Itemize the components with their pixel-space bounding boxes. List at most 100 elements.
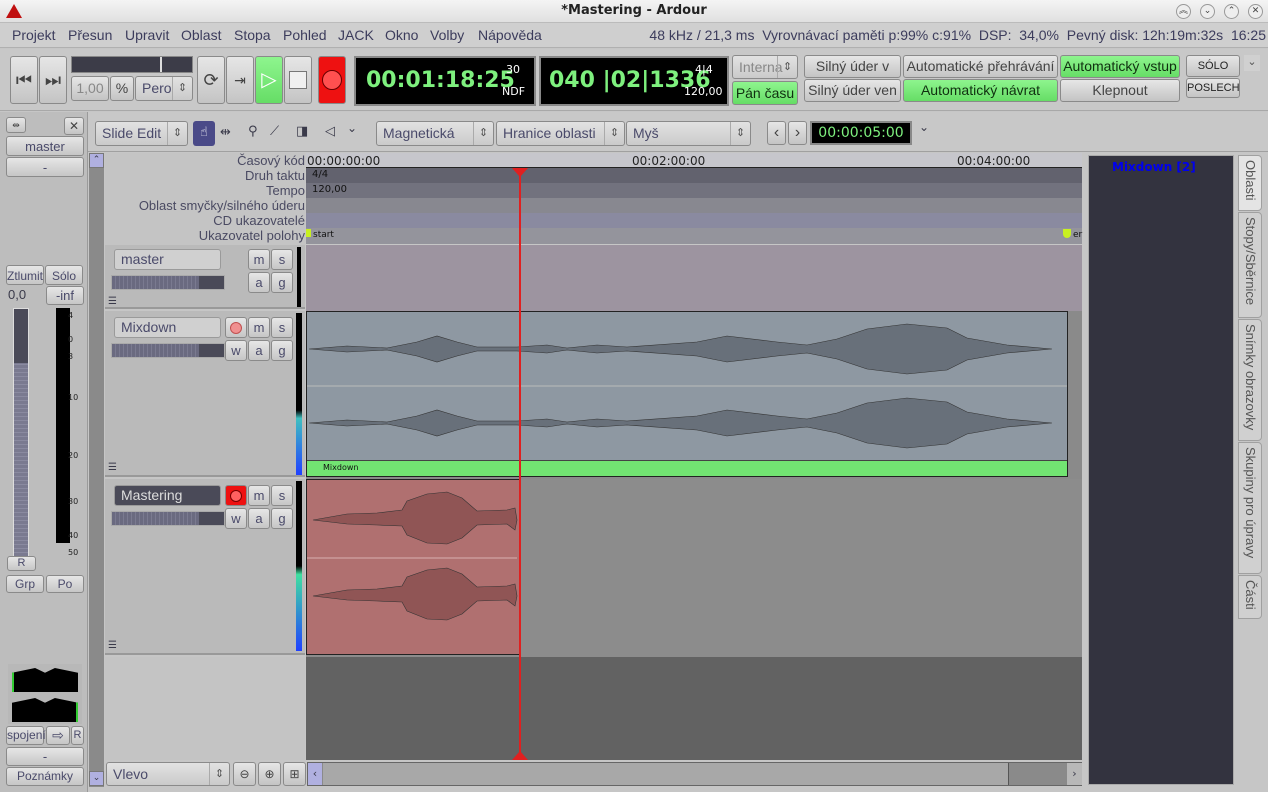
shade-icon[interactable]: ︽: [1176, 4, 1191, 19]
resize-handle-icon[interactable]: ☰: [108, 640, 117, 651]
primary-clock[interactable]: 00:01:18:25 30 NDF: [354, 56, 536, 106]
playhead-bottom-marker-icon[interactable]: [512, 751, 528, 760]
mute-button[interactable]: Ztlumit: [6, 265, 44, 285]
stop-button[interactable]: [284, 56, 312, 104]
loop-button[interactable]: ⟳: [197, 56, 225, 104]
tab-regions[interactable]: Oblasti: [1238, 155, 1262, 211]
solo-button[interactable]: Sólo: [45, 265, 83, 285]
track-automation-button[interactable]: a: [248, 340, 270, 361]
zoom-to-session-button[interactable]: ⊞: [283, 762, 306, 786]
auto-return-button[interactable]: Automatický návrat: [903, 79, 1058, 102]
track-solo-button[interactable]: s: [271, 485, 293, 506]
tempo-ruler[interactable]: 120,00: [306, 183, 1082, 198]
track-group-button[interactable]: g: [271, 340, 293, 361]
zoom-out-button[interactable]: ⊖: [233, 762, 256, 786]
menu-presun[interactable]: Přesun: [68, 27, 112, 43]
group-button[interactable]: Grp: [6, 575, 44, 593]
punch-in-button[interactable]: Silný úder v: [804, 55, 901, 78]
end-marker-icon[interactable]: [1063, 229, 1071, 238]
range-tool-icon[interactable]: ⇹: [220, 125, 231, 140]
scroll-right-icon[interactable]: ›: [1067, 763, 1082, 785]
track-playlist-button[interactable]: w: [225, 340, 247, 361]
empty-track-area[interactable]: [306, 657, 1082, 760]
zoom-focus-select[interactable]: Vlevo ⇕: [106, 762, 230, 786]
arrow-right-icon[interactable]: ⇨: [46, 726, 70, 745]
mastering-track-lane[interactable]: [306, 479, 1082, 657]
play-button[interactable]: ▷: [255, 56, 283, 104]
ruler-label-meter[interactable]: Druh taktu: [245, 168, 305, 183]
gain-fader[interactable]: [13, 308, 29, 558]
auto-play-button[interactable]: Automatické přehrávání: [903, 55, 1058, 78]
menu-projekt[interactable]: Projekt: [12, 27, 56, 43]
track-solo-button[interactable]: s: [271, 249, 293, 270]
ruler-label-cd-markers[interactable]: CD ukazovatelé: [213, 213, 305, 228]
nudge-clock[interactable]: 00:00:05:00: [810, 121, 912, 145]
audition-tool-icon[interactable]: ◁: [325, 124, 335, 139]
scroll-left-icon[interactable]: ‹: [308, 763, 322, 785]
ruler-label-location-markers[interactable]: Ukazovatel polohy: [199, 228, 305, 243]
secondary-clock[interactable]: 040 |02|1336 4|4 120,00: [539, 56, 729, 106]
track-automation-button[interactable]: a: [248, 272, 270, 293]
tempo-marker[interactable]: 120,00: [312, 184, 347, 195]
timecode-ruler[interactable]: 00:00:00:00 00:02:00:00 00:04:00:00: [306, 153, 1082, 168]
chevron-down-icon[interactable]: ⌄: [919, 120, 929, 134]
menu-volby[interactable]: Volby: [430, 27, 464, 43]
menu-okno[interactable]: Okno: [385, 27, 418, 43]
track-group-button[interactable]: g: [271, 272, 293, 293]
meter-marker[interactable]: 4/4: [312, 169, 328, 180]
snap-mode-select[interactable]: Magnetická ⇕: [376, 121, 494, 146]
comments-button[interactable]: Poznámky: [6, 767, 84, 786]
track-gain-fader[interactable]: [111, 343, 225, 358]
snap-type-select[interactable]: Hranice oblasti ⇕: [496, 121, 625, 146]
tab-ranges[interactable]: Části: [1238, 575, 1262, 619]
tab-edit-groups[interactable]: Skupiny pro úpravy: [1238, 442, 1262, 574]
draw-tool-icon[interactable]: ⟋: [270, 124, 279, 139]
mixdown-region[interactable]: Mixdown: [306, 311, 1068, 477]
track-mute-button[interactable]: m: [248, 317, 270, 338]
location-marker-ruler[interactable]: start er: [306, 228, 1082, 244]
play-range-button[interactable]: ⇥: [226, 56, 254, 104]
menu-stopa[interactable]: Stopa: [234, 27, 271, 43]
record-button[interactable]: [318, 56, 346, 104]
chevron-down-icon[interactable]: ⌄: [1244, 55, 1260, 71]
cd-marker-ruler[interactable]: [306, 213, 1082, 228]
track-solo-button[interactable]: s: [271, 317, 293, 338]
shuttle-unit-button[interactable]: %: [110, 76, 134, 101]
close-icon[interactable]: ✕: [1248, 4, 1263, 19]
input-button[interactable]: -: [6, 157, 84, 177]
track-automation-button[interactable]: a: [248, 508, 270, 529]
region-name-bar[interactable]: Mixdown: [307, 460, 1067, 476]
track-name-field[interactable]: Mastering: [114, 485, 221, 506]
goto-start-button[interactable]: ⏮: [10, 56, 38, 104]
sync-source-select[interactable]: Interna ⇕: [732, 55, 798, 79]
edit-point-select[interactable]: Myš ⇕: [626, 121, 751, 146]
menu-oblast[interactable]: Oblast: [181, 27, 221, 43]
panner[interactable]: [8, 664, 82, 724]
nudge-forward-button[interactable]: ›: [788, 121, 807, 145]
playhead-top-marker-icon[interactable]: [512, 168, 528, 177]
strip-name-button[interactable]: master: [6, 136, 84, 156]
shuttle-speed[interactable]: 1,00: [71, 76, 109, 101]
track-group-button[interactable]: g: [271, 508, 293, 529]
auto-input-button[interactable]: Automatický vstup: [1060, 55, 1180, 78]
grab-tool-icon[interactable]: ☝: [193, 121, 215, 146]
scroll-up-icon[interactable]: ⌃: [89, 153, 104, 168]
track-record-button[interactable]: [225, 485, 247, 506]
ruler-label-timecode[interactable]: Časový kód: [237, 153, 305, 168]
shuttle-mode-select[interactable]: Pero ⇕: [135, 76, 193, 101]
resize-handle-icon[interactable]: ☰: [108, 462, 117, 473]
mastering-region[interactable]: [306, 479, 520, 655]
peak-display[interactable]: -inf: [46, 286, 84, 305]
resize-handle-icon[interactable]: ☰: [108, 296, 117, 307]
output-button[interactable]: -: [6, 747, 84, 766]
r-button[interactable]: R: [7, 556, 36, 571]
close-strip-icon[interactable]: ✕: [64, 117, 84, 135]
maximize-icon[interactable]: ⌃: [1224, 4, 1239, 19]
scroll-down-icon[interactable]: ⌄: [89, 771, 104, 786]
scrollbar-thumb[interactable]: [323, 763, 1009, 785]
width-icon[interactable]: ⇹: [6, 117, 26, 133]
ruler-label-loop-punch[interactable]: Oblast smyčky/silného úderu: [139, 198, 305, 213]
solo-alert-button[interactable]: SÓLO: [1186, 55, 1240, 77]
start-marker-icon[interactable]: [306, 229, 311, 237]
tab-tracks-busses[interactable]: Stopy/Sběrnice: [1238, 212, 1262, 318]
